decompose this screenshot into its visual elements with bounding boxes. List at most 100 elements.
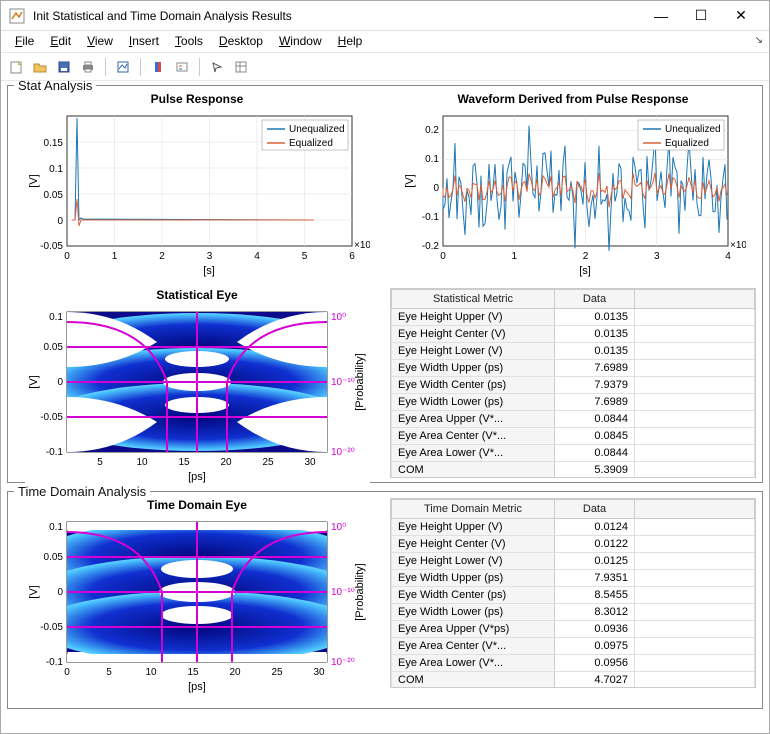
menu-view[interactable]: View <box>79 31 121 52</box>
toolbar <box>1 53 769 81</box>
table-row[interactable]: Eye Area Center (V*...0.0975 <box>392 638 755 655</box>
metric-cell: COM <box>392 672 555 689</box>
table-row[interactable]: Eye Width Lower (ps)7.6989 <box>392 394 755 411</box>
table-row[interactable]: Eye Area Lower (V*...0.0844 <box>392 445 755 462</box>
value-cell: 0.0135 <box>555 343 635 360</box>
maximize-button[interactable]: ☐ <box>681 2 721 30</box>
metric-cell: Eye Area Center (V*... <box>392 428 555 445</box>
table-row[interactable]: Eye Area Upper (V*...0.0844 <box>392 411 755 428</box>
stat-table-container: Statistical Metric Data Eye Height Upper… <box>390 288 756 484</box>
table-row[interactable]: Eye Height Center (V)0.0122 <box>392 536 755 553</box>
table-row[interactable]: Eye Area Center (V*...0.0845 <box>392 428 755 445</box>
table-row[interactable]: Eye Height Upper (V)0.0135 <box>392 309 755 326</box>
insert-colorbar-button[interactable] <box>147 56 169 78</box>
time-domain-eye-plot[interactable]: Time Domain Eye <box>14 498 380 694</box>
value-cell: 0.0844 <box>555 411 635 428</box>
stat-metrics-table[interactable]: Statistical Metric Data Eye Height Upper… <box>391 289 755 478</box>
menu-edit[interactable]: Edit <box>42 31 79 52</box>
col-header-data[interactable]: Data <box>555 500 635 519</box>
table-row[interactable]: Eye Width Lower (ps)8.3012 <box>392 604 755 621</box>
metric-cell: Eye Area Lower (V*... <box>392 445 555 462</box>
td-metrics-table[interactable]: Time Domain Metric Data Eye Height Upper… <box>391 499 755 688</box>
svg-text:-0.05: -0.05 <box>40 412 63 423</box>
svg-text:-0.1: -0.1 <box>45 657 63 668</box>
table-row[interactable]: Eye Height Center (V)0.0135 <box>392 326 755 343</box>
stat-analysis-panel: Stat Analysis Pulse Response <box>7 85 763 483</box>
menu-help[interactable]: Help <box>330 31 371 52</box>
value-cell: 0.0122 <box>555 536 635 553</box>
print-button[interactable] <box>77 56 99 78</box>
metric-cell: Eye Height Center (V) <box>392 536 555 553</box>
value-cell: 8.3012 <box>555 604 635 621</box>
svg-text:0.2: 0.2 <box>425 125 439 136</box>
table-row[interactable]: COM4.7027 <box>392 672 755 689</box>
time-domain-label: Time Domain Analysis <box>14 484 150 499</box>
dock-arrow-icon[interactable]: ↘ <box>755 35 763 46</box>
plot-title: Time Domain Eye <box>147 498 247 512</box>
svg-text:0: 0 <box>64 667 70 678</box>
menu-window[interactable]: Window <box>271 31 330 52</box>
table-row[interactable]: Eye Width Upper (ps)7.6989 <box>392 360 755 377</box>
value-cell: 0.0135 <box>555 326 635 343</box>
col-header-metric[interactable]: Time Domain Metric <box>392 500 555 519</box>
value-cell: 0.0936 <box>555 621 635 638</box>
table-row[interactable]: Eye Height Lower (V)0.0135 <box>392 343 755 360</box>
value-cell: 5.3909 <box>555 462 635 479</box>
table-row[interactable]: COM5.3909 <box>392 462 755 479</box>
value-cell: 7.6989 <box>555 394 635 411</box>
toolbar-separator <box>105 58 106 76</box>
svg-text:5: 5 <box>106 667 112 678</box>
table-row[interactable]: Eye Area Upper (V*ps)0.0936 <box>392 621 755 638</box>
svg-text:2: 2 <box>159 251 165 262</box>
close-button[interactable]: ✕ <box>721 2 761 30</box>
pulse-response-plot[interactable]: Pulse Response <box>14 92 380 278</box>
waveform-plot[interactable]: Waveform Derived from Pulse Response <box>390 92 756 278</box>
link-plots-button[interactable] <box>112 56 134 78</box>
svg-text:10: 10 <box>145 667 157 678</box>
plot-title: Waveform Derived from Pulse Response <box>458 92 689 106</box>
svg-text:2: 2 <box>582 251 588 262</box>
svg-text:20: 20 <box>220 457 232 468</box>
svg-text:Unequalized: Unequalized <box>289 124 345 135</box>
table-row[interactable]: Eye Width Center (ps)7.9379 <box>392 377 755 394</box>
svg-text:0.1: 0.1 <box>49 312 63 323</box>
svg-text:10⁻²⁰: 10⁻²⁰ <box>331 447 355 458</box>
svg-text:-0.2: -0.2 <box>421 241 439 252</box>
menu-insert[interactable]: Insert <box>121 31 167 52</box>
svg-text:20: 20 <box>229 667 241 678</box>
window-title: Init Statistical and Time Domain Analysi… <box>33 9 641 23</box>
metric-cell: Eye Width Upper (ps) <box>392 360 555 377</box>
table-row[interactable]: Eye Height Upper (V)0.0124 <box>392 519 755 536</box>
col-header-metric[interactable]: Statistical Metric <box>392 290 555 309</box>
plot-title: Statistical Eye <box>156 288 237 302</box>
table-row[interactable]: Eye Width Upper (ps)7.9351 <box>392 570 755 587</box>
svg-text:0: 0 <box>57 587 63 598</box>
metric-cell: Eye Width Center (ps) <box>392 377 555 394</box>
svg-text:-0.1: -0.1 <box>45 447 63 458</box>
new-figure-button[interactable] <box>5 56 27 78</box>
svg-text:5: 5 <box>97 457 103 468</box>
open-property-inspector-button[interactable] <box>230 56 252 78</box>
svg-text:0.05: 0.05 <box>43 552 63 563</box>
open-button[interactable] <box>29 56 51 78</box>
menubar: File Edit View Insert Tools Desktop Wind… <box>1 31 769 53</box>
menu-desktop[interactable]: Desktop <box>211 31 271 52</box>
menu-file[interactable]: File <box>7 31 42 52</box>
td-table-container: Time Domain Metric Data Eye Height Upper… <box>390 498 756 694</box>
titlebar: Init Statistical and Time Domain Analysi… <box>1 1 769 31</box>
svg-text:1: 1 <box>111 251 117 262</box>
svg-text:1: 1 <box>511 251 517 262</box>
table-row[interactable]: Eye Height Lower (V)0.0125 <box>392 553 755 570</box>
table-row[interactable]: Eye Width Center (ps)8.5455 <box>392 587 755 604</box>
edit-plot-button[interactable] <box>206 56 228 78</box>
col-header-data[interactable]: Data <box>555 290 635 309</box>
svg-text:[s]: [s] <box>579 265 591 277</box>
statistical-eye-plot[interactable]: Statistical Eye <box>14 288 380 484</box>
menu-tools[interactable]: Tools <box>167 31 211 52</box>
toolbar-separator <box>199 58 200 76</box>
save-button[interactable] <box>53 56 75 78</box>
minimize-button[interactable]: ― <box>641 2 681 30</box>
table-row[interactable]: Eye Area Lower (V*...0.0956 <box>392 655 755 672</box>
insert-legend-button[interactable] <box>171 56 193 78</box>
svg-text:0.05: 0.05 <box>43 190 63 201</box>
